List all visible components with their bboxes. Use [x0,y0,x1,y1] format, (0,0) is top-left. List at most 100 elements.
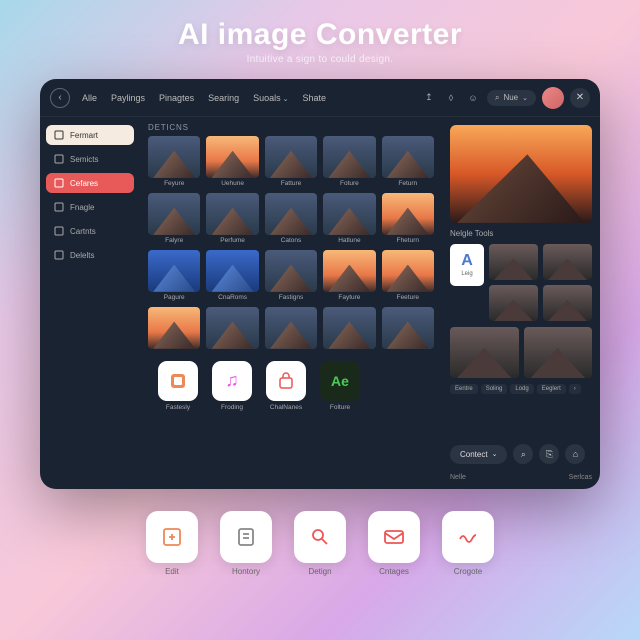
thumb-label: Fastigns [279,294,304,301]
thumb-label: Feyure [164,180,184,187]
app-label: Froding [221,404,243,411]
sidebar-item[interactable]: Fnagle [46,197,134,217]
gallery-thumb[interactable]: Pagure [148,250,200,301]
nav-item[interactable]: Shate [296,89,332,107]
mail-icon [368,511,420,563]
gallery-thumb[interactable]: Uehune [206,136,258,187]
dock-tile-history[interactable]: Hontory [216,511,276,576]
app-tile[interactable]: ChalNanes [264,361,308,411]
mini-thumb[interactable] [524,327,593,378]
gallery-thumb[interactable] [382,307,434,351]
thumb-label: Fatture [281,180,302,187]
mini-thumb[interactable] [489,244,538,280]
edit-icon [146,511,198,563]
topbar: ‹ AllePaylingsPinagtesSearingSuoalsShate… [40,79,600,117]
app-label: Folture [330,404,350,411]
sidebar-item[interactable]: Fermart [46,125,134,145]
search-pill[interactable]: ⌕ Nue ⌄ [487,90,536,106]
app-window: ‹ AllePaylingsPinagtesSearingSuoalsShate… [40,79,600,489]
chip[interactable]: Soling [481,384,508,394]
upload-icon[interactable]: ↥ [421,90,437,106]
gallery-thumb[interactable]: Fayture [323,250,375,301]
sidebar-item[interactable]: Semicts [46,149,134,169]
nav-item[interactable]: Alle [76,89,103,107]
hero-subtitle: Intuitive a sign to could design. [247,54,394,65]
sidebar-icon [54,178,64,188]
dock-tile-mail[interactable]: Cntages [364,511,424,576]
thumb-label: Feeture [397,294,419,301]
preview-image[interactable] [450,125,592,223]
nav-item[interactable]: Paylings [105,89,151,107]
thumb-label: CnaRoms [218,294,247,301]
dock-tile-edit[interactable]: Edit [142,511,202,576]
user-icon[interactable]: ☺ [465,90,481,106]
gallery-thumb[interactable]: Foture [323,136,375,187]
dock-tile-wave[interactable]: Crogote [438,511,498,576]
app-tile[interactable]: ♫Froding [210,361,254,411]
avatar[interactable] [542,87,564,109]
gallery-thumb[interactable] [323,307,375,351]
tools-label: Nelgle Tools [450,229,592,238]
dock-label: Detign [308,567,331,576]
search-text: Nue [503,93,518,102]
mini-thumb[interactable] [543,285,592,321]
app-icon: Ae [320,361,360,401]
chip-more[interactable]: › [569,384,581,394]
sidebar-icon [54,202,64,212]
search-action-icon[interactable]: ⌕ [513,444,533,464]
tool-tile[interactable]: A Leig [450,244,484,286]
nav-item[interactable]: Suoals [247,89,294,107]
sidebar-item[interactable]: Cefares [46,173,134,193]
gallery-thumb[interactable]: CnaRoms [206,250,258,301]
dock-tile-design[interactable]: Detign [290,511,350,576]
thumb-label: Foture [340,180,359,187]
app-icon [158,361,198,401]
nav-item[interactable]: Searing [202,89,245,107]
link-icon[interactable]: ⎘ [539,444,559,464]
history-icon [220,511,272,563]
filter-icon[interactable]: ◊ [443,90,459,106]
close-button[interactable]: ✕ [570,88,590,108]
thumb-label: Falyre [165,237,183,244]
thumb-label: Hatlune [338,237,360,244]
mini-thumb[interactable] [543,244,592,280]
gallery-thumb[interactable]: Catons [265,193,317,244]
chip[interactable]: Eentre [450,384,478,394]
sidebar-item[interactable]: Cartnts [46,221,134,241]
dock-label: Crogote [454,567,482,576]
wave-icon [442,511,494,563]
search-icon: ⌕ [495,93,499,103]
gallery-thumb[interactable] [206,307,258,351]
thumb-label: Feturn [398,180,417,187]
sidebar-icon [54,226,64,236]
design-icon [294,511,346,563]
contact-button[interactable]: Contect⌄ [450,445,507,464]
tag-icon[interactable]: ⌂ [565,444,585,464]
thumb-label: Catons [281,237,302,244]
gallery: DETICNS Feyure Uehune Fatture Foture Feturn F… [140,117,442,489]
nav-item[interactable]: Pinagtes [153,89,200,107]
mini-thumb[interactable] [489,285,538,321]
gallery-thumb[interactable]: Falyre [148,193,200,244]
gallery-thumb[interactable]: Feturn [382,136,434,187]
app-tile[interactable]: Ae Folture [318,361,362,411]
sidebar-item[interactable]: Delelts [46,245,134,265]
hero-title: AI image Converter [178,18,462,52]
chip[interactable]: Lodg [510,384,533,394]
gallery-thumb[interactable]: Feyure [148,136,200,187]
gallery-thumb[interactable]: Feeture [382,250,434,301]
back-button[interactable]: ‹ [50,88,70,108]
chip[interactable]: Eeglert [537,384,566,394]
gallery-thumb[interactable]: Perfume [206,193,258,244]
gallery-thumb[interactable]: Fatture [265,136,317,187]
section-label: DETICNS [148,123,434,132]
mini-thumb[interactable] [450,327,519,378]
gallery-thumb[interactable]: Fheturn [382,193,434,244]
gallery-thumb[interactable]: Hatlune [323,193,375,244]
gallery-thumb[interactable]: Fastigns [265,250,317,301]
gallery-thumb[interactable] [148,307,200,351]
gallery-thumb[interactable] [265,307,317,351]
thumb-label: Uehune [221,180,244,187]
sidebar-icon [54,130,64,140]
app-tile[interactable]: Fastesly [156,361,200,411]
